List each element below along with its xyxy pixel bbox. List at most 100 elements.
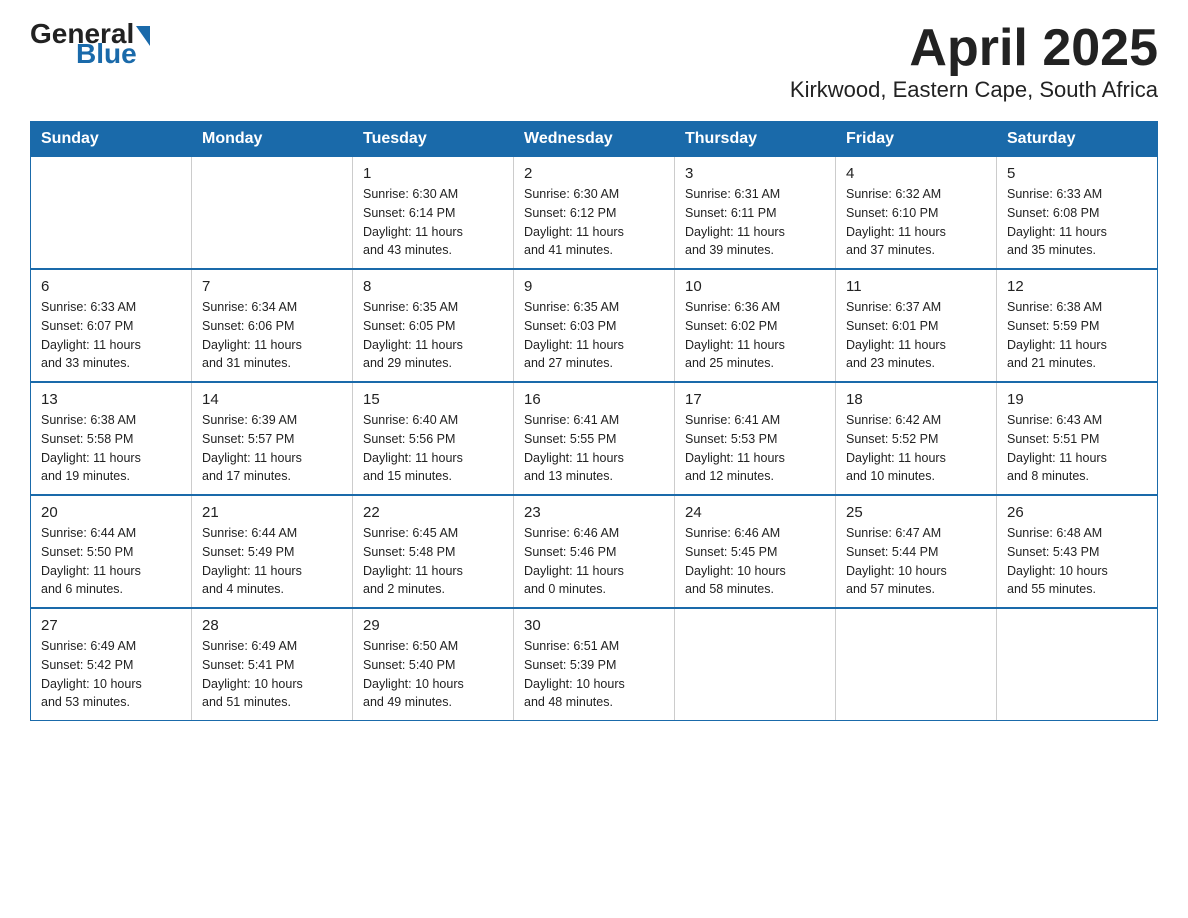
- cell-day-number: 4: [846, 165, 986, 182]
- calendar-cell: 6 Sunrise: 6:33 AM Sunset: 6:07 PM Daylig…: [31, 269, 192, 382]
- cell-sun-info: Sunrise: 6:40 AM Sunset: 5:56 PM Dayligh…: [363, 411, 503, 486]
- calendar-cell: 8 Sunrise: 6:35 AM Sunset: 6:05 PM Daylig…: [353, 269, 514, 382]
- cell-sun-info: Sunrise: 6:46 AM Sunset: 5:45 PM Dayligh…: [685, 524, 825, 599]
- cell-sun-info: Sunrise: 6:44 AM Sunset: 5:49 PM Dayligh…: [202, 524, 342, 599]
- cell-day-number: 5: [1007, 165, 1147, 182]
- cell-day-number: 30: [524, 617, 664, 634]
- calendar-cell: 27 Sunrise: 6:49 AM Sunset: 5:42 PM Dayli…: [31, 608, 192, 721]
- calendar-day-header: Wednesday: [514, 122, 675, 157]
- calendar-week-row: 13 Sunrise: 6:38 AM Sunset: 5:58 PM Dayli…: [31, 382, 1158, 495]
- cell-sun-info: Sunrise: 6:38 AM Sunset: 5:59 PM Dayligh…: [1007, 298, 1147, 373]
- logo-blue-text: Blue: [76, 38, 137, 70]
- calendar-day-header: Monday: [192, 122, 353, 157]
- cell-day-number: 22: [363, 504, 503, 521]
- calendar-title: April 2025: [790, 20, 1158, 77]
- cell-day-number: 16: [524, 391, 664, 408]
- cell-sun-info: Sunrise: 6:46 AM Sunset: 5:46 PM Dayligh…: [524, 524, 664, 599]
- calendar-cell: 26 Sunrise: 6:48 AM Sunset: 5:43 PM Dayli…: [997, 495, 1158, 608]
- cell-sun-info: Sunrise: 6:50 AM Sunset: 5:40 PM Dayligh…: [363, 637, 503, 712]
- calendar-cell: 7 Sunrise: 6:34 AM Sunset: 6:06 PM Daylig…: [192, 269, 353, 382]
- calendar-header-row: SundayMondayTuesdayWednesdayThursdayFrid…: [31, 122, 1158, 157]
- calendar-cell: 9Sunrise: 6:35 AM Sunset: 6:03 PM Daylig…: [514, 269, 675, 382]
- calendar-cell: 12 Sunrise: 6:38 AM Sunset: 5:59 PM Dayli…: [997, 269, 1158, 382]
- cell-sun-info: Sunrise: 6:41 AM Sunset: 5:55 PM Dayligh…: [524, 411, 664, 486]
- calendar-cell: 1 Sunrise: 6:30 AM Sunset: 6:14 PM Daylig…: [353, 157, 514, 270]
- cell-sun-info: Sunrise: 6:36 AM Sunset: 6:02 PM Dayligh…: [685, 298, 825, 373]
- cell-day-number: 10: [685, 278, 825, 295]
- cell-day-number: 20: [41, 504, 181, 521]
- cell-day-number: 7: [202, 278, 342, 295]
- cell-day-number: 12: [1007, 278, 1147, 295]
- calendar-cell: 2Sunrise: 6:30 AM Sunset: 6:12 PM Daylig…: [514, 157, 675, 270]
- cell-sun-info: Sunrise: 6:34 AM Sunset: 6:06 PM Dayligh…: [202, 298, 342, 373]
- calendar-cell: [997, 608, 1158, 721]
- calendar-cell: [836, 608, 997, 721]
- cell-day-number: 28: [202, 617, 342, 634]
- page-header: General Blue April 2025 Kirkwood, Easter…: [30, 20, 1158, 103]
- cell-day-number: 27: [41, 617, 181, 634]
- cell-sun-info: Sunrise: 6:42 AM Sunset: 5:52 PM Dayligh…: [846, 411, 986, 486]
- calendar-cell: 24 Sunrise: 6:46 AM Sunset: 5:45 PM Dayli…: [675, 495, 836, 608]
- calendar-cell: 28 Sunrise: 6:49 AM Sunset: 5:41 PM Dayli…: [192, 608, 353, 721]
- calendar-cell: 30 Sunrise: 6:51 AM Sunset: 5:39 PM Dayli…: [514, 608, 675, 721]
- calendar-subtitle: Kirkwood, Eastern Cape, South Africa: [790, 77, 1158, 103]
- cell-sun-info: Sunrise: 6:44 AM Sunset: 5:50 PM Dayligh…: [41, 524, 181, 599]
- cell-day-number: 18: [846, 391, 986, 408]
- cell-day-number: 19: [1007, 391, 1147, 408]
- calendar-day-header: Tuesday: [353, 122, 514, 157]
- cell-sun-info: Sunrise: 6:45 AM Sunset: 5:48 PM Dayligh…: [363, 524, 503, 599]
- calendar-cell: 4 Sunrise: 6:32 AM Sunset: 6:10 PM Daylig…: [836, 157, 997, 270]
- calendar-cell: 29 Sunrise: 6:50 AM Sunset: 5:40 PM Dayli…: [353, 608, 514, 721]
- cell-sun-info: Sunrise: 6:30 AM Sunset: 6:14 PM Dayligh…: [363, 185, 503, 260]
- calendar-week-row: 6 Sunrise: 6:33 AM Sunset: 6:07 PM Daylig…: [31, 269, 1158, 382]
- cell-sun-info: Sunrise: 6:51 AM Sunset: 5:39 PM Dayligh…: [524, 637, 664, 712]
- logo-arrow-icon: [136, 26, 150, 46]
- calendar-week-row: 1 Sunrise: 6:30 AM Sunset: 6:14 PM Daylig…: [31, 157, 1158, 270]
- calendar-table: SundayMondayTuesdayWednesdayThursdayFrid…: [30, 121, 1158, 721]
- cell-day-number: 6: [41, 278, 181, 295]
- calendar-cell: 18 Sunrise: 6:42 AM Sunset: 5:52 PM Dayli…: [836, 382, 997, 495]
- calendar-cell: 10 Sunrise: 6:36 AM Sunset: 6:02 PM Dayli…: [675, 269, 836, 382]
- calendar-cell: 11Sunrise: 6:37 AM Sunset: 6:01 PM Dayli…: [836, 269, 997, 382]
- cell-day-number: 26: [1007, 504, 1147, 521]
- cell-day-number: 25: [846, 504, 986, 521]
- logo: General Blue: [30, 20, 150, 70]
- calendar-cell: 20 Sunrise: 6:44 AM Sunset: 5:50 PM Dayli…: [31, 495, 192, 608]
- cell-day-number: 17: [685, 391, 825, 408]
- calendar-cell: 16 Sunrise: 6:41 AM Sunset: 5:55 PM Dayli…: [514, 382, 675, 495]
- calendar-cell: 17 Sunrise: 6:41 AM Sunset: 5:53 PM Dayli…: [675, 382, 836, 495]
- calendar-cell: 5 Sunrise: 6:33 AM Sunset: 6:08 PM Daylig…: [997, 157, 1158, 270]
- cell-day-number: 3: [685, 165, 825, 182]
- cell-sun-info: Sunrise: 6:31 AM Sunset: 6:11 PM Dayligh…: [685, 185, 825, 260]
- cell-day-number: 29: [363, 617, 503, 634]
- cell-sun-info: Sunrise: 6:49 AM Sunset: 5:42 PM Dayligh…: [41, 637, 181, 712]
- cell-sun-info: Sunrise: 6:48 AM Sunset: 5:43 PM Dayligh…: [1007, 524, 1147, 599]
- cell-sun-info: Sunrise: 6:37 AM Sunset: 6:01 PM Dayligh…: [846, 298, 986, 373]
- calendar-week-row: 27 Sunrise: 6:49 AM Sunset: 5:42 PM Dayli…: [31, 608, 1158, 721]
- cell-day-number: 9: [524, 278, 664, 295]
- calendar-cell: 25 Sunrise: 6:47 AM Sunset: 5:44 PM Dayli…: [836, 495, 997, 608]
- cell-sun-info: Sunrise: 6:47 AM Sunset: 5:44 PM Dayligh…: [846, 524, 986, 599]
- cell-day-number: 14: [202, 391, 342, 408]
- calendar-cell: [675, 608, 836, 721]
- cell-day-number: 24: [685, 504, 825, 521]
- cell-day-number: 8: [363, 278, 503, 295]
- calendar-cell: [192, 157, 353, 270]
- cell-sun-info: Sunrise: 6:32 AM Sunset: 6:10 PM Dayligh…: [846, 185, 986, 260]
- cell-sun-info: Sunrise: 6:49 AM Sunset: 5:41 PM Dayligh…: [202, 637, 342, 712]
- calendar-cell: 23 Sunrise: 6:46 AM Sunset: 5:46 PM Dayli…: [514, 495, 675, 608]
- cell-day-number: 13: [41, 391, 181, 408]
- cell-sun-info: Sunrise: 6:35 AM Sunset: 6:05 PM Dayligh…: [363, 298, 503, 373]
- calendar-cell: 13 Sunrise: 6:38 AM Sunset: 5:58 PM Dayli…: [31, 382, 192, 495]
- cell-sun-info: Sunrise: 6:33 AM Sunset: 6:07 PM Dayligh…: [41, 298, 181, 373]
- calendar-cell: 19Sunrise: 6:43 AM Sunset: 5:51 PM Dayli…: [997, 382, 1158, 495]
- calendar-cell: 3 Sunrise: 6:31 AM Sunset: 6:11 PM Daylig…: [675, 157, 836, 270]
- cell-sun-info: Sunrise: 6:33 AM Sunset: 6:08 PM Dayligh…: [1007, 185, 1147, 260]
- calendar-cell: 14 Sunrise: 6:39 AM Sunset: 5:57 PM Dayli…: [192, 382, 353, 495]
- calendar-cell: 22 Sunrise: 6:45 AM Sunset: 5:48 PM Dayli…: [353, 495, 514, 608]
- cell-sun-info: Sunrise: 6:38 AM Sunset: 5:58 PM Dayligh…: [41, 411, 181, 486]
- cell-day-number: 1: [363, 165, 503, 182]
- cell-day-number: 23: [524, 504, 664, 521]
- cell-sun-info: Sunrise: 6:41 AM Sunset: 5:53 PM Dayligh…: [685, 411, 825, 486]
- cell-sun-info: Sunrise: 6:39 AM Sunset: 5:57 PM Dayligh…: [202, 411, 342, 486]
